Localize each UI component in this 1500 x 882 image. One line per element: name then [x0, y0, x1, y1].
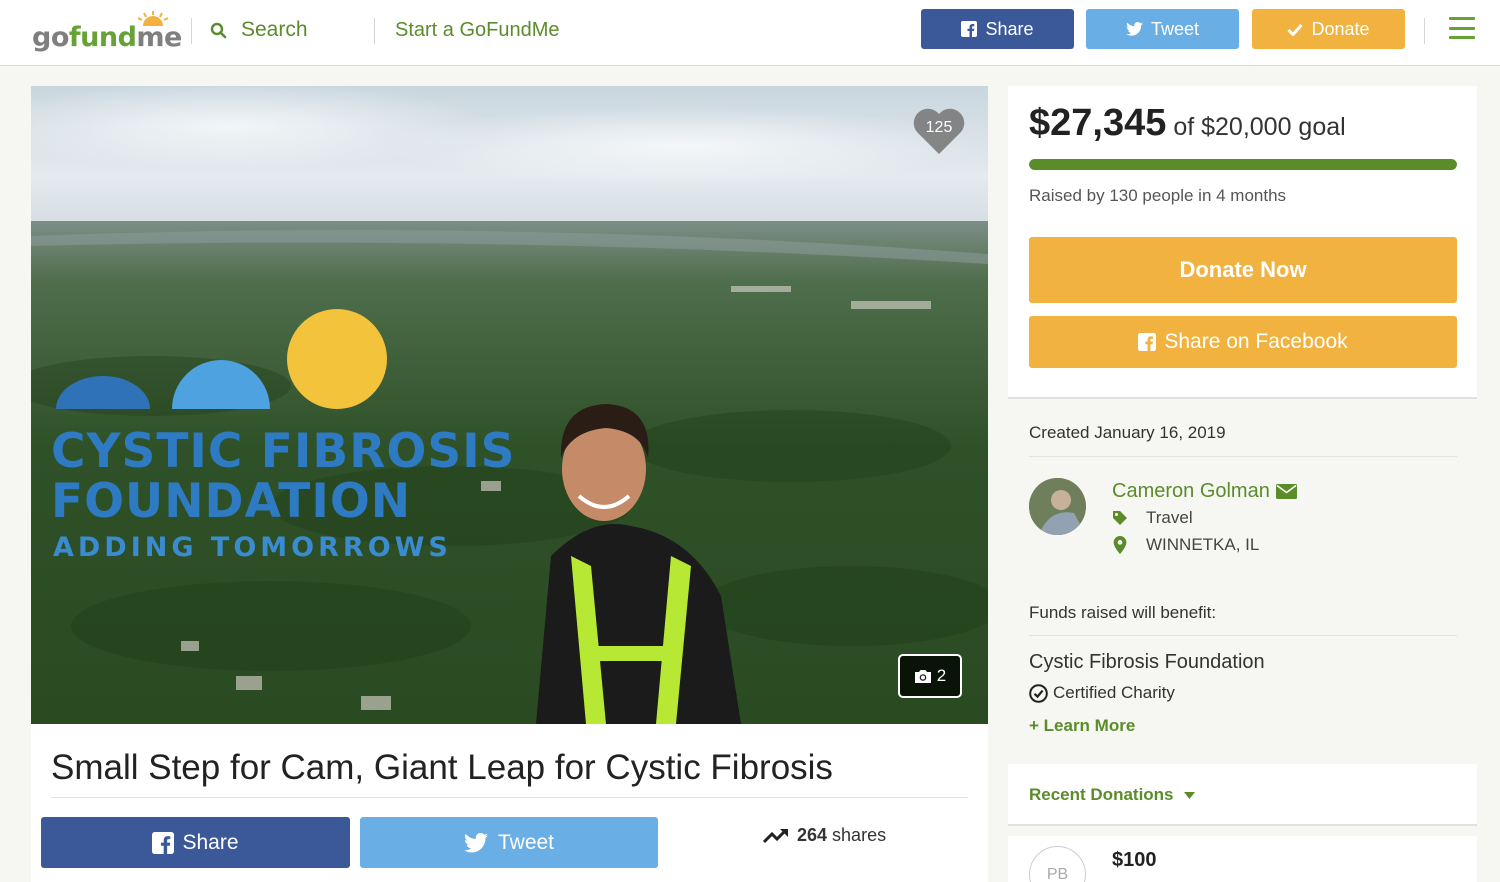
created-date: Created January 16, 2019	[1029, 423, 1226, 442]
progress-bar	[1029, 159, 1457, 170]
location-pin-icon	[1113, 536, 1127, 554]
shares-suffix: shares	[827, 825, 887, 845]
nav-divider	[191, 18, 192, 44]
share-on-facebook-label: Share on Facebook	[1164, 330, 1348, 353]
header-share-button[interactable]: Share	[921, 9, 1074, 49]
divider	[1029, 635, 1457, 636]
hamburger-menu-icon[interactable]	[1449, 17, 1475, 39]
divider	[51, 797, 968, 798]
nav-divider	[374, 18, 375, 44]
goal-text: of $20,000 goal	[1166, 113, 1346, 141]
share-count: 264 shares	[763, 825, 886, 846]
organizer-name: Cameron Golman	[1112, 480, 1270, 502]
charity-name: Cystic Fibrosis Foundation	[1029, 651, 1265, 673]
organizer-avatar[interactable]	[1029, 478, 1086, 535]
recent-donations-card: Recent Donations	[1008, 764, 1477, 826]
start-gofundme-link[interactable]: Start a GoFundMe	[395, 19, 560, 42]
campaign-title-card: Small Step for Cam, Giant Leap for Cysti…	[31, 724, 988, 882]
cf-logo-line1: CYSTIC FIBROSIS	[51, 424, 516, 479]
share-on-facebook-button[interactable]: Share on Facebook	[1029, 316, 1457, 368]
facebook-icon	[961, 21, 978, 37]
recent-donations-toggle[interactable]: Recent Donations	[1029, 785, 1195, 805]
organizer-location: WINNETKA, IL	[1112, 535, 1259, 555]
raised-amount: $27,345 of $20,000 goal	[1029, 102, 1346, 145]
shares-number: 264	[797, 825, 828, 845]
header-share-label: Share	[985, 18, 1034, 39]
search-label: Search	[241, 18, 308, 41]
recent-donations-label: Recent Donations	[1029, 785, 1174, 804]
twitter-icon	[463, 832, 488, 852]
progress-fill	[1029, 159, 1457, 170]
gofundme-logo[interactable]: gofundme	[32, 10, 182, 53]
location-label: WINNETKA, IL	[1146, 535, 1260, 554]
top-nav: gofundme Search Start a GoFundMe Share T…	[0, 0, 1500, 66]
donation-amount: $100	[1112, 849, 1157, 871]
header-donate-button[interactable]: Donate	[1252, 9, 1405, 49]
camera-icon	[914, 669, 931, 683]
organizer-name-link[interactable]: Cameron Golman	[1112, 480, 1297, 503]
heart-button[interactable]: 125	[911, 106, 967, 156]
benefit-label: Funds raised will benefit:	[1029, 603, 1217, 622]
photo-count: 2	[936, 666, 947, 685]
header-tweet-button[interactable]: Tweet	[1086, 9, 1239, 49]
check-circle-icon	[1029, 683, 1048, 703]
raised-by-text: Raised by 130 people in 4 months	[1029, 186, 1287, 205]
certified-label: Certified Charity	[1053, 683, 1175, 702]
donation-list-item: PB $100	[1008, 836, 1477, 882]
tag-icon	[1113, 511, 1127, 525]
twitter-icon	[1126, 22, 1143, 36]
campaign-title: Small Step for Cam, Giant Leap for Cysti…	[51, 748, 833, 787]
logo-wordmark: gofundme	[32, 22, 182, 53]
divider	[1029, 456, 1457, 457]
campaign-tweet-label: Tweet	[497, 830, 555, 854]
facebook-icon	[152, 831, 175, 854]
photo-gallery-button[interactable]: 2	[898, 654, 962, 698]
campaign-hero-image[interactable]: CYSTIC FIBROSIS FOUNDATION ADDING TOMORR…	[31, 86, 988, 724]
organizer-photo	[1029, 478, 1086, 535]
donate-now-button[interactable]: Donate Now	[1029, 237, 1457, 303]
facebook-icon	[1138, 333, 1157, 351]
learn-more-link[interactable]: + Learn More	[1029, 716, 1135, 736]
category-label: Travel	[1146, 508, 1193, 527]
envelope-icon[interactable]	[1275, 484, 1297, 499]
trending-up-icon	[763, 828, 788, 843]
campaign-tweet-button[interactable]: Tweet	[360, 817, 658, 868]
nav-divider	[1424, 18, 1425, 44]
campaign-share-label: Share	[182, 830, 239, 854]
checkmark-icon	[1287, 23, 1304, 36]
cf-foundation-logo-icon	[56, 309, 387, 409]
cf-logo-line2: FOUNDATION	[51, 474, 412, 529]
campaign-share-button[interactable]: Share	[41, 817, 350, 868]
certified-charity-badge: Certified Charity	[1029, 683, 1175, 703]
donor-avatar: PB	[1029, 846, 1086, 882]
header-tweet-label: Tweet	[1150, 18, 1200, 39]
raised-value: $27,345	[1029, 102, 1167, 144]
organizer-category: Travel	[1112, 508, 1193, 528]
donation-summary-card: $27,345 of $20,000 goal Raised by 130 pe…	[1008, 86, 1477, 399]
header-donate-label: Donate	[1311, 18, 1370, 39]
cf-logo-tagline: ADDING TOMORROWS	[53, 532, 452, 563]
search-icon	[210, 22, 227, 38]
caret-down-icon	[1183, 791, 1195, 799]
search-link[interactable]: Search	[210, 18, 308, 42]
heart-count: 125	[925, 119, 953, 136]
